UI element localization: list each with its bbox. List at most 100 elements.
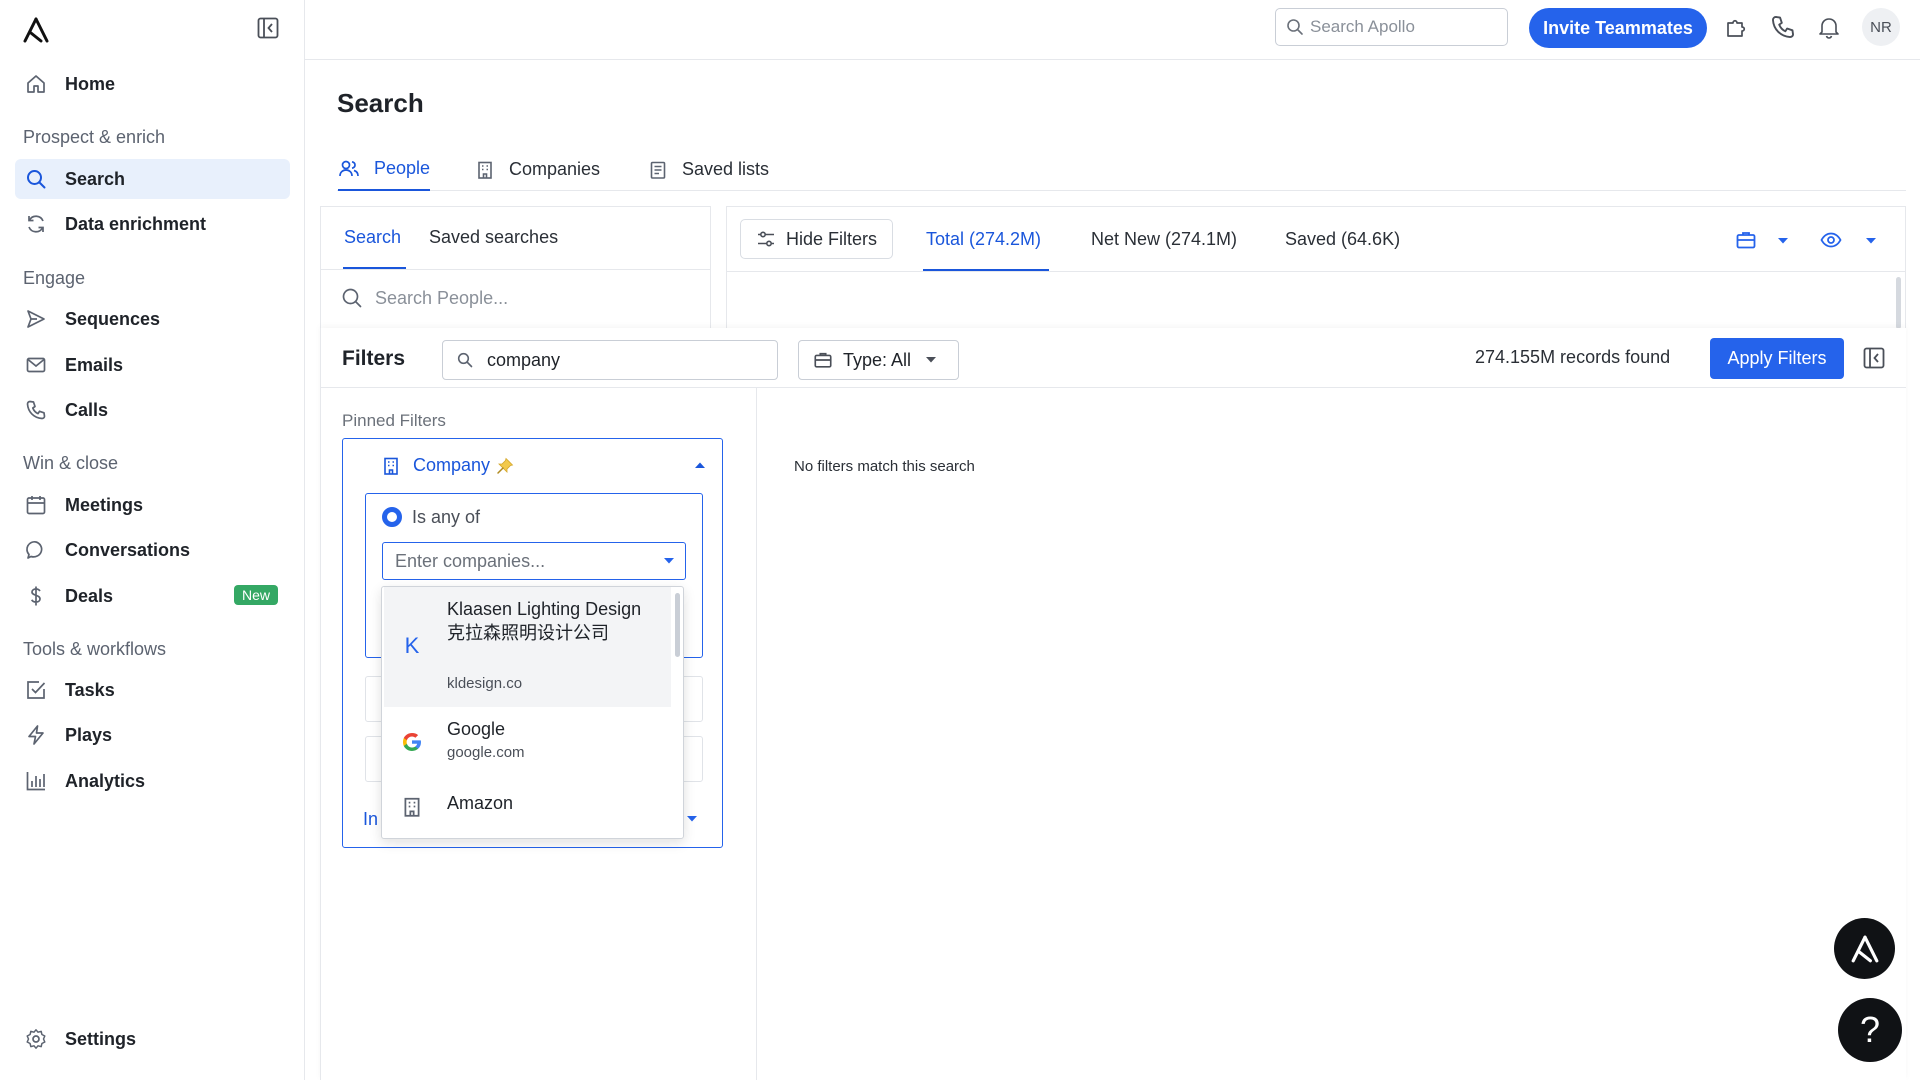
hide-filters-button[interactable]: Hide Filters [740, 219, 893, 259]
dollar-icon [25, 585, 47, 607]
company-domain: google.com [447, 744, 525, 761]
sidebar-item-emails[interactable]: Emails [15, 345, 290, 385]
global-search-placeholder: Search Apollo [1310, 17, 1415, 36]
help-button[interactable]: ? [1838, 998, 1902, 1062]
list-item[interactable]: Google google.com [384, 709, 671, 775]
sidebar-item-data-enrichment[interactable]: Data enrichment [15, 204, 290, 244]
sidebar-item-label: Settings [65, 1028, 137, 1049]
sidebar-item-label: Emails [65, 354, 124, 375]
briefcase-icon [814, 352, 832, 368]
user-avatar[interactable]: NR [1862, 8, 1900, 46]
tab-saved[interactable]: Saved (64.6K) [1285, 229, 1400, 250]
apollo-assistant-button[interactable] [1834, 918, 1895, 979]
sidebar-collapse-icon[interactable] [256, 16, 282, 42]
sidebar-item-search[interactable]: Search [15, 159, 290, 199]
search-icon [25, 168, 47, 190]
filter-search-input[interactable]: company [442, 340, 778, 380]
phone-icon [25, 399, 47, 421]
bell-icon[interactable] [1816, 14, 1842, 40]
people-icon [339, 160, 359, 176]
filter-search-value: company [487, 349, 561, 370]
sidebar-item-tasks[interactable]: Tasks [15, 670, 290, 710]
tab-label: Saved lists [682, 159, 770, 179]
subtab-search[interactable]: Search [344, 227, 401, 248]
eye-icon[interactable] [1820, 229, 1842, 251]
results-card: Hide Filters Total (274.2M) Net New (274… [726, 206, 1906, 329]
sidebar-item-label: Search [65, 168, 126, 189]
company-filter-header[interactable]: Company [381, 455, 526, 476]
results-scrollbar[interactable] [1896, 277, 1901, 329]
dropdown-scrollbar[interactable] [675, 593, 680, 657]
sidebar-item-label: Analytics [65, 770, 146, 791]
hide-filters-label: Hide Filters [785, 228, 878, 249]
tab-label: Companies [509, 159, 601, 179]
global-search-input[interactable]: Search Apollo [1275, 8, 1508, 46]
filters-header: Filters company Type: All 274.155M recor… [321, 328, 1906, 388]
google-logo-icon [398, 728, 426, 756]
home-icon [25, 73, 47, 95]
briefcase-icon[interactable] [1735, 229, 1757, 251]
sidebar-section-tools: Tools & workflows [23, 639, 167, 659]
sidebar-item-home[interactable]: Home [15, 64, 290, 104]
chevron-down-icon[interactable] [1865, 237, 1877, 245]
tab-total[interactable]: Total (274.2M) [926, 229, 1041, 250]
puzzle-piece-icon[interactable] [1724, 14, 1750, 40]
search-icon [1287, 19, 1303, 35]
main-tabs: People Companies Saved lists [337, 140, 1906, 191]
sidebar-item-conversations[interactable]: Conversations [15, 530, 290, 570]
panel-collapse-icon[interactable] [1862, 346, 1886, 370]
search-icon [457, 352, 473, 368]
sidebar-item-deals[interactable]: Deals New [15, 576, 290, 616]
company-domain: kldesign.co [447, 675, 523, 692]
pin-icon[interactable] [496, 457, 514, 475]
tab-people[interactable]: People [338, 148, 431, 191]
tab-net-new[interactable]: Net New (274.1M) [1091, 229, 1237, 250]
question-mark-icon: ? [1859, 1009, 1881, 1050]
list-document-icon [650, 161, 666, 179]
chevron-down-icon[interactable] [1777, 237, 1789, 245]
is-any-of-radio[interactable] [382, 507, 402, 527]
tab-companies[interactable]: Companies [475, 148, 600, 191]
list-item[interactable]: Amazon [384, 777, 671, 837]
sidebar-item-calls[interactable]: Calls [15, 390, 290, 430]
sidebar-item-settings[interactable]: Settings [15, 1019, 290, 1059]
type-filter-dropdown[interactable]: Type: All [798, 340, 959, 380]
chevron-down-icon [664, 558, 674, 564]
sidebar-item-meetings[interactable]: Meetings [15, 485, 290, 525]
type-filter-label: Type: All [843, 349, 912, 370]
subtab-saved-searches[interactable]: Saved searches [429, 227, 558, 248]
tab-saved-lists[interactable]: Saved lists [648, 148, 769, 191]
sidebar-item-analytics[interactable]: Analytics [15, 761, 290, 801]
sidebar-item-label: Calls [65, 399, 109, 420]
mail-icon [25, 354, 47, 376]
pinned-filters-label: Pinned Filters [342, 411, 446, 430]
calendar-icon [25, 494, 47, 516]
sidebar-item-label: Sequences [65, 308, 161, 329]
sidebar-item-label: Tasks [65, 679, 115, 700]
sidebar-section-engage: Engage [23, 268, 86, 288]
company-name: Klaasen Lighting Design 克拉森照明设计公司 [447, 599, 642, 643]
sidebar-item-sequences[interactable]: Sequences [15, 299, 290, 339]
sidebar-item-label: Conversations [65, 539, 191, 560]
chevron-down-icon [926, 357, 937, 363]
sidebar-item-label: Home [65, 73, 116, 94]
apply-filters-button[interactable]: Apply Filters [1710, 338, 1844, 379]
search-icon [342, 288, 362, 308]
phone-icon[interactable] [1770, 14, 1796, 40]
no-filters-message: No filters match this search [794, 458, 975, 475]
chevron-down-icon[interactable] [686, 815, 698, 823]
page-title: Search [337, 88, 424, 118]
list-item[interactable]: K Klaasen Lighting Design 克拉森照明设计公司 klde… [384, 587, 671, 707]
invite-teammates-button[interactable]: Invite Teammates [1529, 8, 1707, 48]
people-search-card: Search Saved searches Search People... [320, 206, 711, 328]
sidebar-item-label: Plays [65, 724, 113, 745]
include-label[interactable]: In [363, 809, 378, 830]
divider [321, 269, 710, 270]
sidebar-item-plays[interactable]: Plays [15, 715, 290, 755]
people-search-input[interactable]: Search People... [341, 287, 508, 309]
apollo-logo-icon[interactable] [22, 16, 50, 44]
chevron-up-icon[interactable] [694, 461, 706, 469]
company-input[interactable]: Enter companies... [382, 542, 686, 580]
tab-label: People [374, 158, 431, 178]
sidebar: Home Prospect & enrich Search Data enric… [0, 0, 305, 1080]
